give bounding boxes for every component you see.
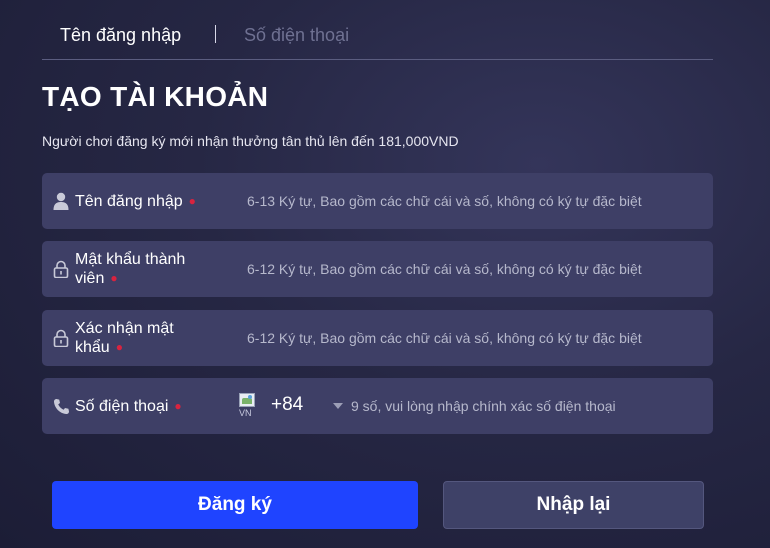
username-input[interactable]: 6-13 Ký tự, Bao gồm các chữ cái và số, k… xyxy=(247,192,642,210)
username-field[interactable]: Tên đăng nhập ● 6-13 Ký tự, Bao gồm các c… xyxy=(42,173,713,229)
required-mark: ● xyxy=(188,194,196,209)
required-mark: ● xyxy=(174,399,182,414)
password-field[interactable]: Mật khẩu thành viên ● 6-12 Ký tự, Bao gồm… xyxy=(42,241,713,297)
reset-button[interactable]: Nhập lại xyxy=(443,481,704,529)
tab-phone[interactable]: Số điện thoại xyxy=(244,24,349,46)
password-input[interactable]: 6-12 Ký tự, Bao gồm các chữ cái và số, k… xyxy=(247,260,642,278)
phone-field[interactable]: Số điện thoại ● VN +84 9 số, vui lòng nhậ… xyxy=(42,378,713,434)
register-button[interactable]: Đăng ký xyxy=(52,481,418,529)
flag-alt-text: VN xyxy=(239,408,252,418)
phone-label: Số điện thoại ● xyxy=(75,398,182,415)
promo-subtitle: Người chơi đăng ký mới nhận thưởng tân t… xyxy=(42,133,459,149)
phone-input[interactable]: 9 số, vui lòng nhập chính xác số điện th… xyxy=(351,397,616,415)
confirm-password-label: Xác nhận mật khẩu ● xyxy=(75,320,174,356)
login-method-tabs: Tên đăng nhập Số điện thoại xyxy=(42,0,713,60)
password-label: Mật khẩu thành viên ● xyxy=(75,251,186,287)
country-flag-icon[interactable]: VN xyxy=(239,393,261,419)
confirm-password-field[interactable]: Xác nhận mật khẩu ● 6-12 Ký tự, Bao gồm c… xyxy=(42,310,713,366)
tab-divider xyxy=(215,25,216,43)
username-label: Tên đăng nhập ● xyxy=(75,193,196,210)
phone-icon xyxy=(52,396,70,416)
lock-icon xyxy=(52,259,70,279)
user-icon xyxy=(52,191,70,211)
required-mark: ● xyxy=(115,340,123,355)
required-mark: ● xyxy=(110,271,118,286)
page-title: TẠO TÀI KHOẢN xyxy=(42,81,269,112)
chevron-down-icon[interactable] xyxy=(333,403,343,409)
country-code[interactable]: +84 xyxy=(271,394,303,416)
lock-icon xyxy=(52,328,70,348)
confirm-password-input[interactable]: 6-12 Ký tự, Bao gồm các chữ cái và số, k… xyxy=(247,329,642,347)
tab-username[interactable]: Tên đăng nhập xyxy=(60,24,181,46)
